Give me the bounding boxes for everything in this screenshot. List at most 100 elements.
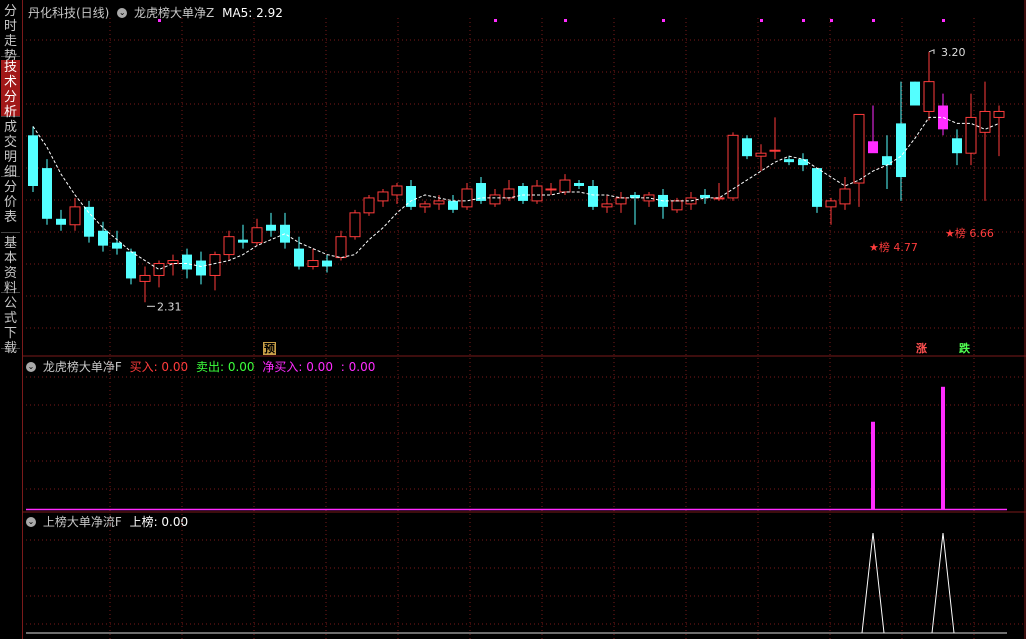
collapse-icon[interactable]: ⌄	[26, 361, 36, 372]
signal-dot	[760, 19, 763, 22]
listing-spike	[861, 532, 885, 634]
panel3-value-label: 上榜: 0.00	[129, 515, 189, 529]
candle-body	[266, 224, 276, 231]
ma5-line	[32, 116, 1000, 271]
forecast-badge: 预	[263, 342, 276, 355]
candle-body	[769, 149, 781, 152]
low-price-label: 2.31	[157, 300, 182, 313]
extra-label: : 0.00	[340, 360, 376, 374]
candle-body	[615, 197, 627, 205]
candle-body	[882, 156, 892, 166]
candle-body	[322, 260, 332, 267]
candle-body	[84, 206, 94, 237]
signal-dot	[802, 19, 805, 22]
net-buy-bar	[941, 386, 945, 510]
candle-body	[126, 251, 136, 279]
tab-4[interactable]: 基本资料	[1, 236, 20, 296]
candle-body	[349, 212, 361, 238]
candle-body	[825, 200, 837, 208]
main-panel-header: 丹化科技(日线) ⌄ 龙虎榜大单净Z MA5: 2.92	[22, 4, 283, 22]
sidebar-tabs: 分时走势技术分析成交明细分价表基本资料公式下载	[0, 0, 23, 639]
candle-body	[419, 203, 431, 208]
candle-body	[658, 194, 668, 207]
candle-body	[153, 263, 165, 276]
candle-body	[713, 197, 725, 200]
panel2-name: 龙虎榜大单净F	[42, 360, 122, 374]
tab-0[interactable]: 分时走势	[1, 4, 20, 64]
kline-chart-area[interactable]: 丹化科技(日线) ⌄ 龙虎榜大单净Z MA5: 2.92 ⌄ 龙虎榜大单净F 买…	[22, 0, 1026, 639]
candle-body	[559, 179, 571, 193]
candle-body	[545, 188, 557, 191]
candle-body	[280, 224, 290, 243]
candle-body	[139, 274, 151, 282]
candle-body	[476, 183, 486, 201]
signal-dot	[830, 19, 833, 22]
net-buy-bar	[871, 421, 875, 510]
candle-body	[28, 135, 38, 186]
candle-body	[377, 191, 389, 202]
candle-body	[223, 236, 235, 256]
candle-body	[69, 206, 81, 226]
candle-body	[742, 138, 752, 157]
candle-body	[993, 110, 1005, 118]
candle-body	[685, 197, 697, 205]
candle-body	[979, 110, 991, 133]
candle-body	[307, 260, 319, 268]
candle-body	[182, 254, 192, 270]
high-arrow	[928, 49, 935, 54]
candle-body	[518, 186, 528, 201]
signal-dot	[564, 19, 567, 22]
buy-label: 买入: 0.00	[129, 360, 189, 374]
candle-body	[112, 242, 122, 249]
candle-body	[406, 186, 416, 207]
signal-dot	[494, 19, 497, 22]
candle-body	[896, 123, 906, 178]
listing-spike	[931, 532, 955, 634]
candle-body	[910, 81, 920, 106]
signal-dot	[872, 19, 875, 22]
candle-body	[448, 200, 458, 210]
ma5-label: MA5: 2.92	[222, 6, 283, 20]
indicator-name: 龙虎榜大单净Z	[134, 6, 215, 20]
candle-body	[461, 188, 473, 208]
candle-body	[755, 152, 767, 157]
candle-body	[853, 113, 865, 184]
candle-body	[56, 218, 66, 225]
candle-body	[588, 186, 598, 207]
candle-body	[98, 230, 108, 246]
tab-2[interactable]: 成交明细	[1, 120, 20, 180]
candle-body	[42, 168, 52, 219]
candle-body	[784, 159, 794, 163]
panel3-name: 上榜大单净流F	[42, 515, 122, 529]
candle-body	[923, 81, 935, 112]
chart-svg: 3.20 2.31 ★榜 4.77 ★榜 6.66	[22, 0, 1026, 639]
collapse-icon[interactable]: ⌄	[26, 516, 36, 527]
candle-body	[363, 197, 375, 214]
candle-body	[839, 188, 851, 205]
candle-body	[601, 203, 613, 208]
candle-body	[671, 200, 683, 211]
candle-body	[727, 134, 739, 199]
candle-body	[798, 159, 808, 166]
candle-body	[531, 185, 543, 202]
candle-body	[167, 260, 179, 265]
candle-body	[251, 227, 263, 244]
tab-5[interactable]: 公式下载	[1, 296, 20, 356]
candle-body	[574, 183, 584, 186]
list-marker-1: ★榜 4.77	[869, 240, 918, 254]
candle-body	[643, 194, 655, 202]
panel3-header: ⌄ 上榜大单净流F 上榜: 0.00	[22, 513, 188, 531]
candle-body	[630, 194, 640, 198]
collapse-icon[interactable]: ⌄	[117, 7, 128, 18]
candle-body	[952, 138, 962, 154]
list-marker-2: ★榜 6.66	[945, 226, 994, 240]
candle-body	[489, 194, 501, 205]
tab-3[interactable]: 分价表	[1, 180, 20, 233]
sell-label: 卖出: 0.00	[195, 360, 255, 374]
fall-badge: 跌	[959, 342, 970, 355]
panel2-header: ⌄ 龙虎榜大单净F 买入: 0.00 卖出: 0.00 净买入: 0.00 : …	[22, 358, 375, 376]
high-price-label: 3.20	[941, 46, 966, 59]
stock-title: 丹化科技(日线)	[28, 6, 110, 20]
tab-1[interactable]: 技术分析	[1, 60, 20, 120]
candle-body	[294, 248, 304, 267]
